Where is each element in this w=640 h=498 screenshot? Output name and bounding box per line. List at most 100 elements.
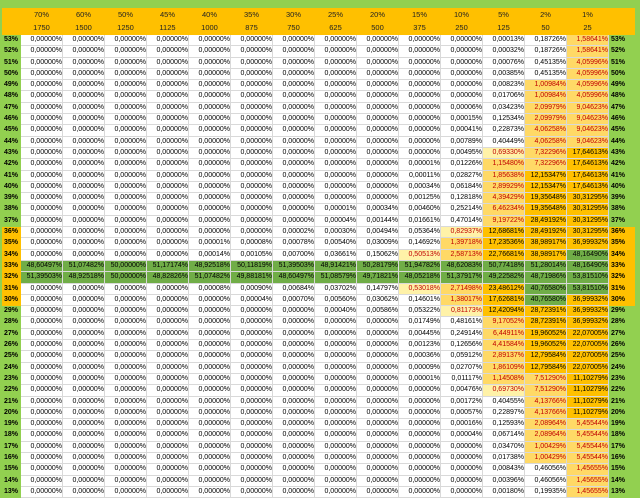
table-cell[interactable]: 0,00000%	[356, 124, 399, 137]
table-cell[interactable]: 0,00000%	[20, 192, 63, 205]
table-cell[interactable]: 0,00000%	[146, 406, 189, 420]
table-cell[interactable]: 0,00396%	[482, 474, 525, 487]
table-cell[interactable]: 0,00000%	[230, 180, 273, 194]
table-cell[interactable]: 0,00000%	[62, 180, 105, 194]
table-cell[interactable]: 0,00000%	[146, 361, 189, 374]
table-cell[interactable]: 1,85638%	[482, 169, 525, 182]
table-cell[interactable]: 51,07482%	[188, 271, 231, 284]
table-cell[interactable]: 0,14797%	[356, 282, 399, 295]
table-cell[interactable]: 0,00000%	[104, 214, 147, 228]
table-cell[interactable]: 0,00000%	[146, 429, 189, 442]
table-cell[interactable]: 0,00000%	[314, 124, 357, 137]
table-cell[interactable]: 2,09979%	[524, 101, 567, 115]
table-cell[interactable]: 0,00000%	[314, 429, 357, 442]
table-cell[interactable]: 0,00000%	[146, 146, 189, 160]
table-cell[interactable]: 0,00000%	[20, 169, 63, 182]
table-cell[interactable]: 0,00000%	[62, 226, 105, 239]
table-cell[interactable]: 48,60497%	[272, 271, 315, 284]
table-cell[interactable]: 0,82937%	[440, 226, 483, 239]
table-cell[interactable]: 0,00000%	[272, 180, 315, 194]
table-cell[interactable]: 7,32296%	[524, 158, 567, 171]
table-cell[interactable]: 0,40455%	[482, 395, 525, 408]
table-cell[interactable]: 12,42094%	[482, 305, 525, 318]
table-cell[interactable]: 0,00000%	[188, 135, 231, 148]
table-cell[interactable]: 0,00000%	[104, 339, 147, 352]
table-cell[interactable]: 0,00000%	[20, 67, 63, 81]
table-cell[interactable]: 0,00000%	[314, 79, 357, 92]
table-cell[interactable]: 0,00000%	[230, 113, 273, 126]
table-cell[interactable]: 0,00000%	[146, 101, 189, 115]
table-cell[interactable]: 0,00000%	[62, 248, 105, 261]
table-cell[interactable]: 0,00000%	[146, 226, 189, 239]
table-cell[interactable]: 2,58713%	[440, 248, 483, 261]
table-cell[interactable]: 0,00000%	[356, 56, 399, 69]
table-cell[interactable]: 0,00000%	[188, 429, 231, 442]
table-cell[interactable]: 0,00000%	[146, 418, 189, 431]
table-cell[interactable]: 0,00000%	[20, 180, 63, 194]
table-cell[interactable]: 0,00040%	[314, 305, 357, 318]
table-cell[interactable]: 0,00000%	[314, 45, 357, 58]
table-cell[interactable]: 0,00000%	[20, 56, 63, 69]
table-cell[interactable]: 0,00000%	[314, 158, 357, 171]
table-cell[interactable]: 1,14508%	[482, 372, 525, 386]
table-cell[interactable]: 0,00000%	[398, 485, 441, 498]
table-cell[interactable]: 0,00000%	[104, 485, 147, 498]
table-cell[interactable]: 17,64613%	[566, 146, 609, 160]
table-cell[interactable]: 0,00000%	[440, 45, 483, 58]
table-cell[interactable]: 4,06258%	[524, 124, 567, 137]
table-cell[interactable]: 0,00000%	[356, 350, 399, 363]
table-cell[interactable]: 50,77418%	[482, 259, 525, 273]
table-cell[interactable]: 12,79584%	[524, 350, 567, 363]
table-cell[interactable]: 0,00000%	[356, 169, 399, 182]
table-cell[interactable]: 0,00076%	[482, 56, 525, 69]
table-cell[interactable]: 0,00000%	[104, 451, 147, 465]
table-cell[interactable]: 0,53018%	[398, 282, 441, 295]
table-cell[interactable]: 0,00000%	[188, 124, 231, 137]
table-cell[interactable]: 49,71821%	[356, 271, 399, 284]
table-cell[interactable]: 0,00000%	[440, 440, 483, 453]
table-cell[interactable]: 0,00000%	[188, 327, 231, 341]
table-cell[interactable]: 0,00843%	[482, 463, 525, 476]
table-cell[interactable]: 1,86109%	[482, 361, 525, 374]
table-cell[interactable]: 0,00000%	[62, 214, 105, 228]
table-cell[interactable]: 2,09979%	[524, 113, 567, 126]
table-cell[interactable]: 0,00000%	[230, 214, 273, 228]
table-cell[interactable]: 0,00000%	[62, 169, 105, 182]
table-cell[interactable]: 0,00000%	[62, 79, 105, 92]
table-cell[interactable]: 0,00000%	[314, 451, 357, 465]
table-cell[interactable]: 0,00000%	[146, 463, 189, 476]
table-cell[interactable]: 51,39503%	[272, 259, 315, 273]
table-cell[interactable]: 22,07005%	[566, 339, 609, 352]
table-cell[interactable]: 0,00000%	[20, 33, 63, 47]
table-cell[interactable]: 36,99932%	[566, 305, 609, 318]
table-cell[interactable]: 0,00000%	[356, 90, 399, 103]
table-cell[interactable]: 22,07005%	[566, 361, 609, 374]
table-cell[interactable]: 9,04623%	[566, 113, 609, 126]
table-cell[interactable]: 0,00000%	[104, 135, 147, 148]
table-cell[interactable]: 0,00000%	[314, 192, 357, 205]
table-cell[interactable]: 0,00000%	[230, 474, 273, 487]
table-cell[interactable]: 0,00000%	[398, 463, 441, 476]
table-cell[interactable]: 51,94782%	[398, 259, 441, 273]
table-cell[interactable]: 0,00000%	[104, 67, 147, 81]
table-cell[interactable]: 0,00000%	[146, 79, 189, 92]
table-cell[interactable]: 0,00000%	[62, 67, 105, 81]
table-cell[interactable]: 0,45135%	[524, 56, 567, 69]
table-cell[interactable]: 0,00000%	[230, 135, 273, 148]
table-cell[interactable]: 0,00000%	[62, 384, 105, 397]
table-cell[interactable]: 0,00000%	[230, 203, 273, 216]
table-cell[interactable]: 0,00000%	[272, 485, 315, 498]
table-cell[interactable]: 0,00000%	[230, 418, 273, 431]
table-cell[interactable]: 0,00000%	[272, 361, 315, 374]
table-cell[interactable]: 17,64613%	[566, 169, 609, 182]
table-cell[interactable]: 0,00125%	[398, 192, 441, 205]
table-cell[interactable]: 1,15480%	[482, 158, 525, 171]
table-cell[interactable]: 0,00070%	[272, 293, 315, 307]
table-cell[interactable]: 0,00004%	[440, 429, 483, 442]
table-cell[interactable]: 0,00000%	[62, 339, 105, 352]
table-cell[interactable]: 0,00000%	[314, 56, 357, 69]
table-cell[interactable]: 0,00000%	[356, 451, 399, 465]
table-cell[interactable]: 0,00000%	[398, 451, 441, 465]
table-cell[interactable]: 0,00684%	[272, 282, 315, 295]
table-cell[interactable]: 0,00000%	[62, 158, 105, 171]
